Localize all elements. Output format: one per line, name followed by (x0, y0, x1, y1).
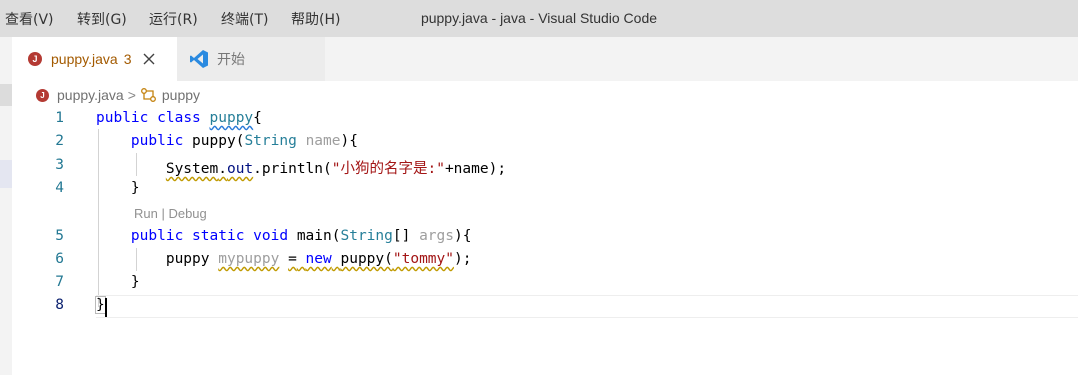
line-number: 5 (55, 228, 64, 244)
line-number: 3 (55, 157, 64, 173)
activity-strip-marker (0, 160, 12, 188)
code-line: public puppy(String name){ (130, 133, 358, 149)
line-number: 8 (55, 297, 64, 313)
window-title: puppy.java - java - Visual Studio Code (420, 10, 658, 26)
java-file-icon: J (36, 88, 49, 102)
line-number: 7 (55, 274, 64, 290)
vscode-icon (189, 49, 209, 69)
class-symbol-icon (140, 87, 158, 103)
line-number: 4 (55, 180, 64, 196)
code-line: } (130, 274, 140, 290)
current-line-highlight (96, 295, 1078, 318)
code-line: } (130, 180, 140, 196)
breadcrumb-separator-icon: > (127, 87, 136, 103)
code-line: public static void main(String[] args){ (130, 228, 472, 244)
line-number: 2 (55, 133, 64, 149)
tab-welcome[interactable]: 开始 (177, 37, 325, 81)
tab-filename: puppy.java (51, 51, 118, 67)
code-editor[interactable]: 1 2 3 4 5 6 7 8 public class puppy{ publ… (12, 106, 1078, 375)
line-number: 6 (55, 251, 64, 267)
tab-problem-count: 3 (123, 51, 132, 67)
run-debug-codelens[interactable]: Run | Debug (134, 206, 207, 221)
code-line: puppy mypuppy = new puppy("tommy"); (165, 251, 472, 267)
java-file-icon: J (28, 52, 42, 66)
activity-strip-marker (0, 84, 12, 106)
code-line: System.out.println("小狗的名字是:"+name); (165, 161, 507, 177)
tab-label: 开始 (217, 52, 245, 68)
close-icon[interactable] (142, 52, 156, 66)
breadcrumb: J puppy.java > puppy (36, 84, 200, 106)
code-line: public class puppy{ (96, 110, 262, 126)
breadcrumb-file[interactable]: puppy.java (57, 87, 124, 103)
breadcrumb-symbol[interactable]: puppy (162, 87, 200, 103)
code-line: } (95, 296, 106, 314)
line-number: 1 (55, 110, 64, 126)
tab-puppy-java[interactable]: J puppy.java 3 (12, 37, 177, 81)
text-cursor (105, 298, 107, 317)
